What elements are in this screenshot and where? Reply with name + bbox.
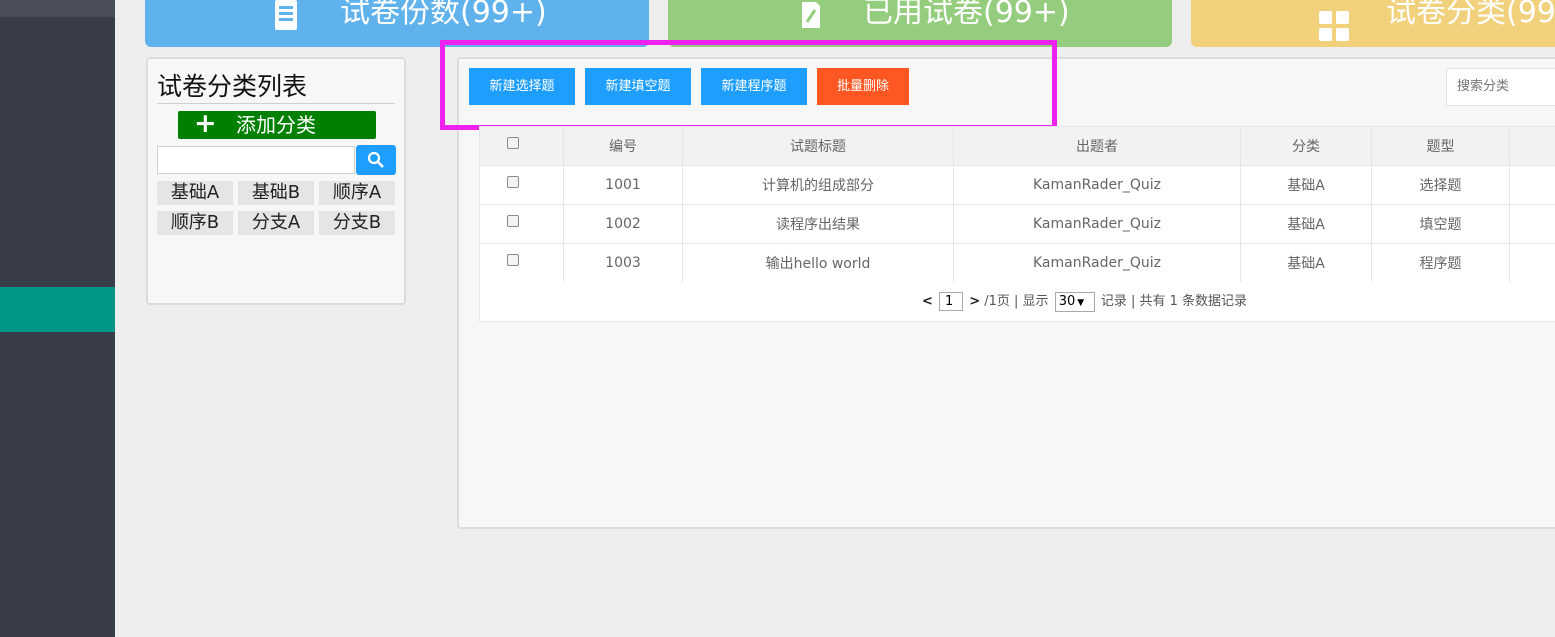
- column-header: 题型: [1371, 126, 1510, 166]
- new-choice-question-button[interactable]: 新建选择题: [469, 68, 575, 105]
- row-actions-cell: [1509, 165, 1555, 205]
- row-checkbox[interactable]: [506, 176, 519, 188]
- category-tag[interactable]: 分支A: [238, 211, 314, 235]
- row-select-cell: [479, 165, 564, 205]
- category-search-input[interactable]: [157, 146, 355, 174]
- category-tag[interactable]: 基础B: [238, 181, 314, 205]
- show-label: | 显示: [1014, 294, 1049, 309]
- prev-page-link[interactable]: <: [922, 294, 933, 309]
- row-select-cell: [479, 243, 564, 283]
- question-author: KamanRader_Quiz: [953, 165, 1241, 205]
- category-tag[interactable]: 顺序B: [157, 211, 233, 235]
- row-checkbox[interactable]: [506, 254, 519, 266]
- page-number-input[interactable]: 1: [939, 292, 964, 311]
- grid-icon: [1319, 0, 1349, 41]
- sidebar-top-item[interactable]: [0, 0, 115, 17]
- table-row[interactable]: 1002 读程序出结果 KamanRader_Quiz 基础A 填空题: [479, 204, 1555, 244]
- category-tag[interactable]: 顺序A: [319, 181, 395, 205]
- category-tag[interactable]: 分支B: [319, 211, 395, 235]
- edit-icon: [798, 0, 824, 36]
- question-category: 基础A: [1240, 165, 1372, 205]
- stat-card-label: 试卷份数(99+): [340, 0, 547, 30]
- page-size-value: 30: [1058, 293, 1076, 309]
- stat-card-used-papers[interactable]: 已用试卷(99+): [668, 0, 1172, 47]
- question-title: 输出hello world: [682, 243, 954, 283]
- column-header: 分类: [1240, 126, 1372, 166]
- sidebar: [0, 0, 115, 637]
- question-author: KamanRader_Quiz: [953, 204, 1241, 244]
- question-type: 选择题: [1371, 165, 1510, 205]
- row-checkbox[interactable]: [506, 215, 519, 227]
- select-all-cell: [479, 126, 564, 166]
- column-header: [1509, 126, 1555, 166]
- stat-card-paper-count[interactable]: 试卷份数(99+): [145, 0, 649, 47]
- new-fill-question-button[interactable]: 新建填空题: [585, 68, 691, 105]
- question-type: 程序题: [1371, 243, 1510, 283]
- new-program-question-button[interactable]: 新建程序题: [701, 68, 807, 105]
- question-id: 1001: [563, 165, 683, 205]
- stat-card-label: 试卷分类(99: [1386, 0, 1555, 30]
- question-id: 1003: [563, 243, 683, 283]
- question-table: 编号 试题标题 出题者 分类 题型 1001 计算机的组成部分 KamanRad…: [479, 126, 1555, 283]
- pagination-bar: < 1 > /1页 | 显示 30 ▼ 记录 | 共有 1 条数据记录: [479, 282, 1555, 322]
- table-row[interactable]: 1003 输出hello world KamanRader_Quiz 基础A 程…: [479, 243, 1555, 283]
- question-author: KamanRader_Quiz: [953, 243, 1241, 283]
- column-header: 编号: [563, 126, 683, 166]
- question-id: 1002: [563, 204, 683, 244]
- question-category: 基础A: [1240, 204, 1372, 244]
- document-icon: [273, 0, 299, 36]
- page-size-select[interactable]: 30 ▼: [1054, 291, 1095, 312]
- category-panel: 试卷分类列表 + 添加分类 基础A 基础B 顺序A 顺序B 分支A 分支B: [146, 57, 406, 305]
- category-search-button[interactable]: [356, 145, 396, 175]
- question-type: 填空题: [1371, 204, 1510, 244]
- sidebar-item-active[interactable]: [0, 287, 115, 332]
- question-title: 读程序出结果: [682, 204, 954, 244]
- column-header: 试题标题: [682, 126, 954, 166]
- add-category-label: 添加分类: [236, 113, 316, 137]
- stat-card-label: 已用试卷(99+): [863, 0, 1070, 30]
- total-pages-text: /1页: [984, 294, 1010, 309]
- select-all-checkbox[interactable]: [506, 137, 519, 149]
- question-title: 计算机的组成部分: [682, 165, 954, 205]
- pagination: < 1 > /1页 | 显示 30 ▼ 记录 | 共有 1 条数据记录: [922, 282, 1247, 322]
- category-panel-title: 试卷分类列表: [157, 72, 308, 101]
- chevron-down-icon: ▼: [1077, 297, 1085, 308]
- divider: [157, 103, 395, 104]
- plus-icon: +: [194, 108, 217, 139]
- records-summary: 记录 | 共有 1 条数据记录: [1100, 294, 1248, 309]
- row-actions-cell: [1509, 243, 1555, 283]
- search-icon: [367, 151, 384, 168]
- question-category: 基础A: [1240, 243, 1372, 283]
- stat-card-categories[interactable]: 试卷分类(99: [1191, 0, 1555, 47]
- row-actions-cell: [1509, 204, 1555, 244]
- row-select-cell: [479, 204, 564, 244]
- next-page-link[interactable]: >: [969, 294, 980, 309]
- table-row[interactable]: 1001 计算机的组成部分 KamanRader_Quiz 基础A 选择题: [479, 165, 1555, 205]
- batch-delete-button[interactable]: 批量删除: [817, 68, 909, 105]
- add-category-button[interactable]: + 添加分类: [178, 108, 376, 139]
- column-header: 出题者: [953, 126, 1241, 166]
- category-filter-input[interactable]: 搜索分类: [1446, 68, 1555, 106]
- category-tag[interactable]: 基础A: [157, 181, 233, 205]
- table-header-row: 编号 试题标题 出题者 分类 题型: [479, 126, 1555, 166]
